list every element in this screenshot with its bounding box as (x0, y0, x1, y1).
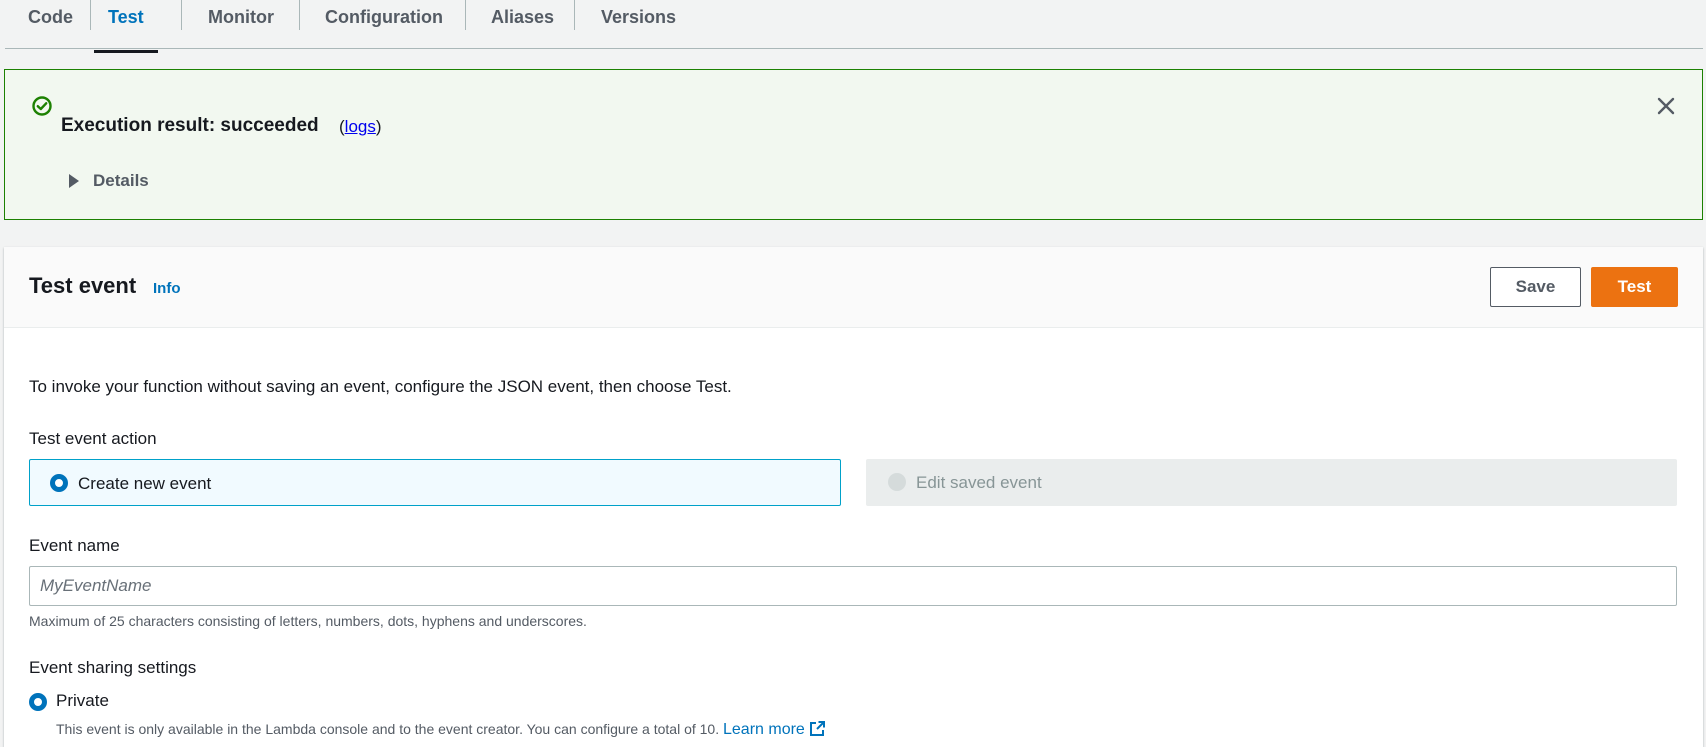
test-description: To invoke your function without saving a… (29, 377, 732, 396)
tab-divider (574, 0, 575, 30)
event-sharing-label: Event sharing settings (29, 658, 197, 677)
panel-header: Test event Info Save Test (4, 247, 1703, 328)
tab-divider (90, 0, 91, 30)
private-radio[interactable] (29, 693, 47, 711)
edit-saved-event-radio[interactable] (888, 473, 906, 491)
external-link-icon (809, 721, 825, 736)
create-new-event-label: Create new event (78, 474, 212, 493)
logs-paren-close: ) (375, 117, 382, 136)
learn-more-link[interactable]: Learn more (723, 721, 826, 738)
test-button[interactable]: Test (1591, 267, 1678, 307)
close-icon[interactable] (1655, 95, 1677, 117)
logs-link-wrapper: (logs) (339, 117, 382, 137)
tab-monitor[interactable]: Monitor (208, 4, 274, 52)
tab-divider (181, 0, 182, 30)
event-name-input[interactable] (29, 566, 1677, 606)
test-event-action-label: Test event action (29, 429, 157, 448)
info-link[interactable]: Info (153, 280, 181, 297)
tab-code-label: Code (28, 7, 73, 27)
tab-divider (465, 0, 466, 30)
tab-monitor-label: Monitor (208, 7, 274, 27)
tab-configuration-label: Configuration (325, 7, 443, 27)
edit-saved-event-option[interactable]: Edit saved event (866, 459, 1677, 506)
event-name-label: Event name (29, 536, 120, 555)
tab-aliases-label: Aliases (491, 7, 555, 27)
tab-versions[interactable]: Versions (601, 4, 676, 52)
execution-result-flash: Execution result: succeeded (logs) Detai… (4, 69, 1703, 220)
create-new-event-radio[interactable] (50, 474, 68, 492)
caret-right-icon (69, 174, 79, 188)
tab-test-label: Test (108, 7, 144, 27)
function-tabs: Code Test Monitor Configuration Aliases … (5, 0, 1703, 53)
private-label: Private (56, 691, 109, 710)
execution-result-title: Execution result: succeeded (61, 115, 319, 136)
create-new-event-option[interactable]: Create new event (29, 459, 841, 506)
learn-more-label: Learn more (723, 721, 805, 738)
tab-divider (299, 0, 300, 30)
check-circle-icon (32, 96, 52, 116)
tab-code[interactable]: Code (28, 4, 73, 52)
details-label: Details (93, 171, 149, 190)
private-description-text: This event is only available in the Lamb… (56, 721, 720, 737)
panel-title: Test event (29, 273, 137, 298)
tab-aliases[interactable]: Aliases (491, 4, 554, 52)
tab-test[interactable]: Test (94, 4, 158, 53)
edit-saved-event-label: Edit saved event (916, 473, 1042, 492)
logs-link[interactable]: logs (345, 117, 376, 136)
tab-configuration[interactable]: Configuration (325, 4, 443, 52)
tab-versions-label: Versions (601, 7, 677, 27)
save-button[interactable]: Save (1490, 267, 1581, 307)
event-name-hint: Maximum of 25 characters consisting of l… (29, 613, 587, 629)
private-description: This event is only available in the Lamb… (56, 720, 826, 739)
